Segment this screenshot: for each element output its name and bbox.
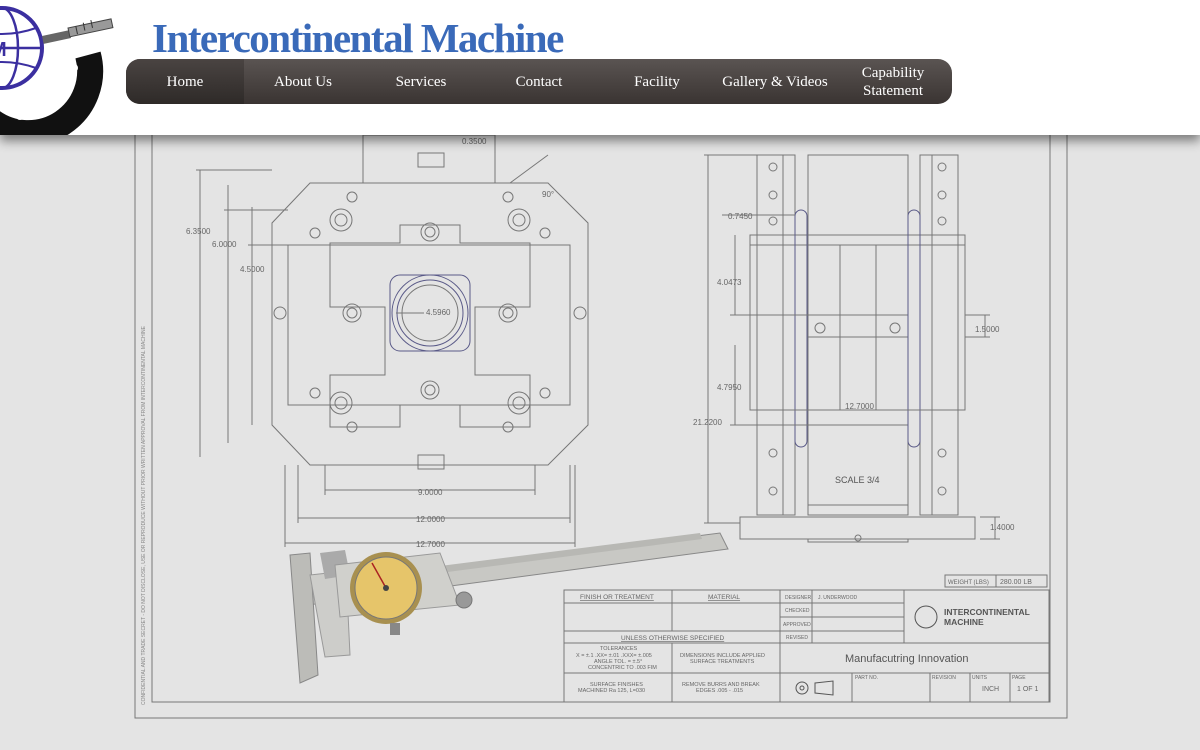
nav-contact[interactable]: Contact [480,59,598,104]
material-header: MATERIAL [708,594,740,601]
nav-facility[interactable]: Facility [598,59,716,104]
revised-label: REVISED [786,635,808,641]
technical-drawing: CONFIDENTIAL AND TRADE SECRET - DO NOT D… [0,135,1200,750]
dimensions-line2: SURFACE TREATMENTS [690,659,755,665]
dim-12-7000-side: 12.7000 [845,402,874,411]
dim-12-7000: 12.7000 [416,540,445,549]
tolerances-line3: CONCENTRIC TO .003 FIM [588,665,657,671]
part-no-label: PART NO. [855,675,878,681]
svg-text:M: M [0,39,7,61]
dim-6-0000: 6.0000 [212,240,237,249]
dim-21-2200: 21.2200 [693,418,722,427]
dim-0-3500: 0.3500 [462,137,487,146]
main-nav: Home About Us Services Contact Facility … [126,59,952,104]
dim-6-3500: 6.3500 [186,227,211,236]
micrometer-logo-icon[interactable]: M [0,0,140,135]
revision-label: REVISION [932,675,956,681]
dim-4-5000: 4.5000 [240,265,265,274]
confidential-note: CONFIDENTIAL AND TRADE SECRET - DO NOT D… [141,325,147,705]
page-label: PAGE [1012,675,1026,681]
dim-4-0473: 4.0473 [717,278,742,287]
approved-label: APPROVED [783,622,811,628]
dim-4-7950: 4.7950 [717,383,742,392]
tagline: Manufacutring Innovation [845,653,969,665]
nav-services[interactable]: Services [362,59,480,104]
dim-1-4000: 1.4000 [990,523,1015,532]
dim-0-7450: 0.7450 [728,212,753,221]
page-value: 1 OF 1 [1017,686,1039,693]
site-title[interactable]: Intercontinental Machine [152,14,564,62]
dim-4-5960: 4.5960 [426,308,451,317]
designer-value: J. UNDERWOOD [818,595,857,601]
site-header: M Intercontinental Machine Home About Us… [0,0,1200,135]
hero-drawing-area: CONFIDENTIAL AND TRADE SECRET - DO NOT D… [0,135,1200,750]
finish-header: FINISH OR TREATMENT [580,594,654,601]
dim-1-5000: 1.5000 [975,325,1000,334]
nav-gallery-videos[interactable]: Gallery & Videos [716,59,834,104]
burrs-line2: EDGES .005 - .015 [696,688,743,694]
dim-9-0000: 9.0000 [418,488,443,497]
unless-specified: UNLESS OTHERWISE SPECIFIED [621,635,724,642]
company-line2: MACHINE [944,617,984,627]
tolerances-title: TOLERANCES [600,646,638,652]
units-label: UNITS [972,675,988,681]
weight-label: WEIGHT (LBS) [948,580,989,586]
dim-90-deg: 90° [542,190,554,199]
checked-label: CHECKED [785,608,810,614]
dim-12-0000: 12.0000 [416,515,445,524]
nav-about-us[interactable]: About Us [244,59,362,104]
scale-label: SCALE 3/4 [835,475,880,485]
surface-line: MACHINED Ra 125, L=030 [578,688,645,694]
units-value: INCH [982,686,999,693]
nav-home[interactable]: Home [126,59,244,104]
company-line1: INTERCONTINENTAL [944,607,1030,617]
weight-value: 280.00 LB [1000,579,1032,586]
designer-label: DESIGNER [785,595,812,601]
nav-capability-statement[interactable]: Capability Statement [834,59,952,104]
